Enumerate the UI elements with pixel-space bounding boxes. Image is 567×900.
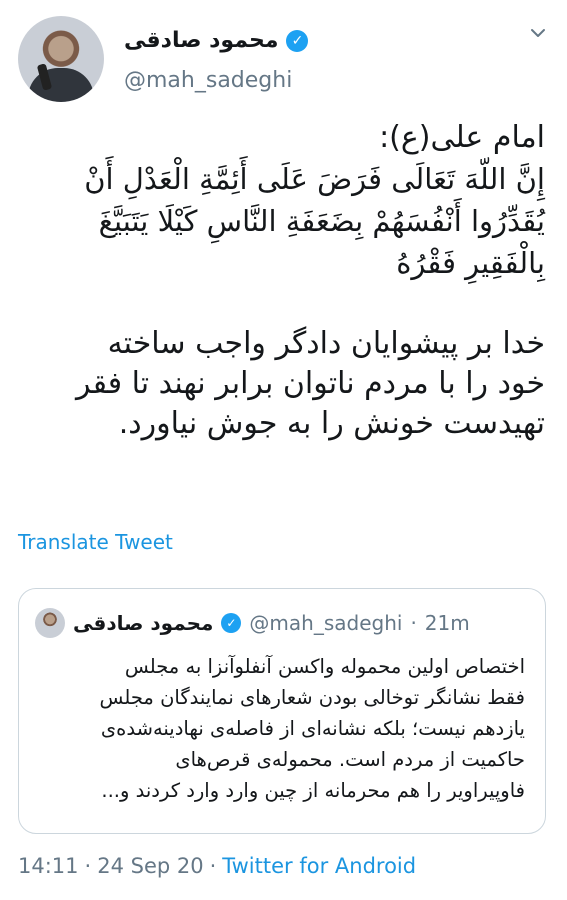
tweet-footer: 14:11 · 24 Sep 20 · Twitter for Android [18, 854, 416, 878]
quoted-line: فاوپیراویر را هم محرمانه از چین وارد وار… [101, 779, 525, 802]
quoted-author-handle: @mah_sadeghi [249, 611, 403, 635]
quoted-tweet[interactable]: محمود صادقی ✓ @mah_sadeghi · 21m اختصاص … [18, 588, 546, 834]
tweet-line: خدا بر پیشوایان دادگر واجب ساخته [107, 326, 545, 361]
verified-badge-icon: ✓ [286, 29, 309, 52]
tweet-text: امام علی(ع): إِنَّ اللّهَ تَعَالَی فَرَض… [18, 118, 545, 444]
quoted-avatar [35, 608, 65, 638]
tweet-header: محمود صادقی ✓ @mah_sadeghi [0, 0, 567, 110]
quoted-tweet-header: محمود صادقی ✓ @mah_sadeghi · 21m [35, 607, 529, 639]
chevron-down-icon[interactable] [529, 24, 547, 42]
tweet-line: خود را با مردم ناتوان برابر نهند تا فقر [76, 366, 545, 401]
quoted-line: حاکمیت از مردم است. محموله‌ی قرص‌های [175, 748, 525, 771]
tweet-date[interactable]: 24 Sep 20 [97, 854, 203, 878]
avatar[interactable] [18, 16, 104, 102]
tweet-line: تهیدست خونش را به جوش نیاورد. [118, 406, 545, 441]
author-name[interactable]: محمود صادقی [124, 28, 278, 53]
translate-tweet-link[interactable]: Translate Tweet [18, 530, 173, 554]
quoted-line: یازدهم نیست؛ بلکه نشانه‌ای از فاصله‌ی نه… [100, 717, 525, 740]
tweet-line: امام علی(ع): [379, 120, 545, 155]
quoted-timestamp: 21m [424, 611, 470, 635]
quoted-tweet-text: اختصاص اولین محموله واکسن آنفلوآنزا به م… [35, 651, 525, 806]
tweet-paragraph-gap [18, 284, 545, 324]
tweet-line: يُقَدِّرُوا أَنْفُسَهُمْ بِضَعَفَةِ النَ… [98, 204, 545, 238]
separator: · [84, 854, 92, 878]
quoted-line: اختصاص اولین محموله واکسن آنفلوآنزا به م… [124, 655, 525, 678]
tweet-source-link[interactable]: Twitter for Android [222, 854, 416, 878]
separator: · [209, 854, 217, 878]
author-row[interactable]: محمود صادقی ✓ [124, 28, 309, 53]
separator: · [410, 611, 417, 635]
verified-badge-icon: ✓ [221, 613, 242, 633]
tweet-time[interactable]: 14:11 [18, 854, 79, 878]
quoted-author-name: محمود صادقی [73, 611, 214, 635]
tweet-line: بِالْفَقِيرِ فَقْرُهُ [396, 246, 545, 280]
author-handle[interactable]: @mah_sadeghi [124, 68, 292, 93]
quoted-line: فقط نشانگر توخالی بودن شعارهای نمایندگان… [99, 686, 525, 709]
tweet-line: إِنَّ اللّهَ تَعَالَی فَرَضَ عَلَی أَئِم… [84, 162, 545, 196]
